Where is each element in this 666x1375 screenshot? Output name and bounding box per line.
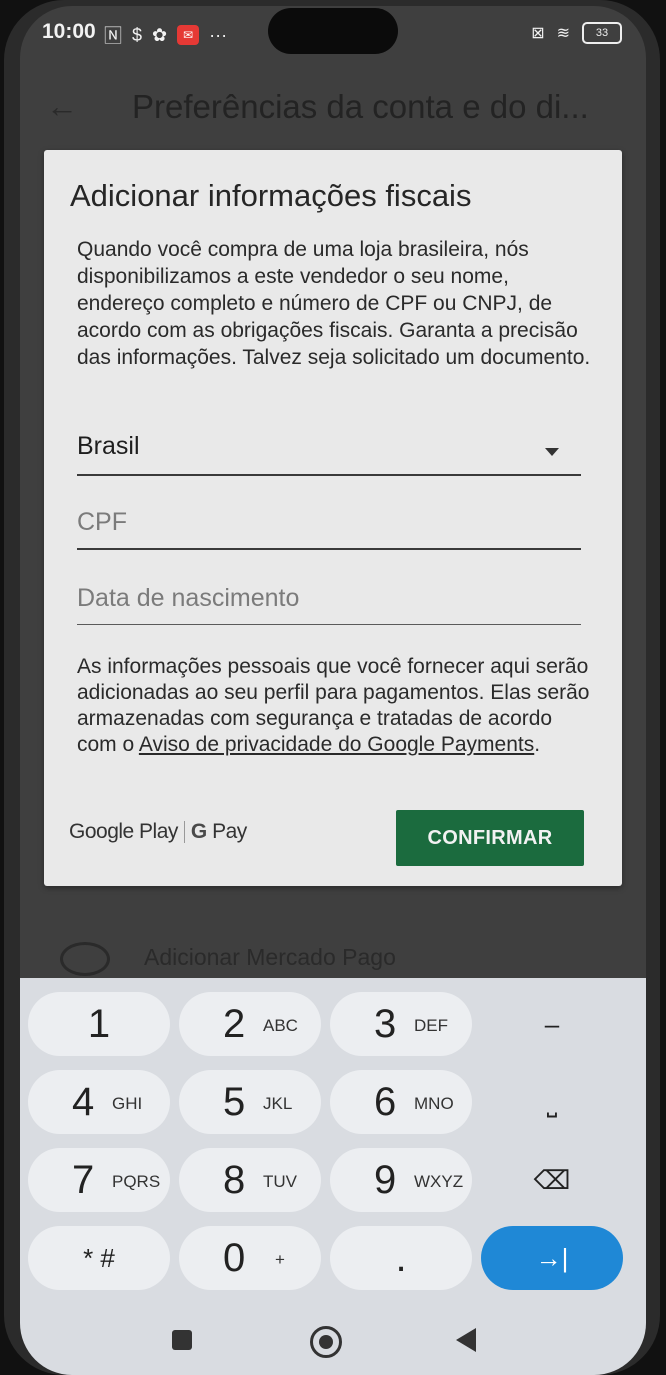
key-label: 5 bbox=[223, 1080, 246, 1124]
key-letters: ABC bbox=[263, 1016, 298, 1035]
key-4[interactable]: 4 GHI bbox=[28, 1070, 170, 1134]
key-1[interactable]: 1 bbox=[28, 992, 170, 1056]
recents-icon[interactable] bbox=[172, 1330, 192, 1350]
key-letters: TUV bbox=[263, 1172, 297, 1191]
key-letters: JKL bbox=[263, 1094, 293, 1113]
gear-icon: ✿ bbox=[152, 24, 168, 45]
birthdate-input[interactable] bbox=[77, 580, 581, 616]
status-time: 10:00 bbox=[42, 20, 96, 43]
battery-icon: 33 bbox=[582, 22, 622, 44]
key-label: ⌫ bbox=[533, 1165, 571, 1195]
birthdate-field[interactable] bbox=[77, 574, 581, 625]
key-label: 2 bbox=[223, 1002, 246, 1046]
sync-icon: $ bbox=[132, 24, 143, 45]
privacy-note: As informações pessoais que você fornece… bbox=[77, 654, 597, 758]
country-value: Brasil bbox=[77, 432, 140, 460]
key-letters: + bbox=[275, 1250, 285, 1269]
more-icon: ··· bbox=[209, 24, 228, 45]
cpf-field[interactable] bbox=[77, 498, 581, 550]
back-arrow-icon[interactable]: ← bbox=[46, 88, 78, 125]
page-title: Preferências da conta e do di... bbox=[132, 88, 589, 125]
brand-logos: Google Play G Pay bbox=[69, 820, 247, 844]
key-period[interactable]: . bbox=[330, 1226, 472, 1290]
key-label: 3 bbox=[374, 1002, 397, 1046]
camera-cutout bbox=[268, 8, 398, 54]
key-7[interactable]: 7 PQRS bbox=[28, 1148, 170, 1212]
key-label: 6 bbox=[374, 1080, 397, 1124]
key-label: . bbox=[395, 1236, 407, 1280]
gpay-g-icon: G bbox=[190, 820, 207, 843]
dialog-title: Adicionar informações fiscais bbox=[70, 178, 472, 213]
status-right: ⊠ ≋ 33 bbox=[531, 22, 622, 44]
notification-icon: ✉ bbox=[177, 25, 200, 45]
list-item-label: Adicionar Mercado Pago bbox=[144, 944, 396, 971]
privacy-notice-link[interactable]: Aviso de privacidade do Google Payments bbox=[139, 733, 534, 756]
key-3[interactable]: 3 DEF bbox=[330, 992, 472, 1056]
dropdown-arrow-icon bbox=[545, 448, 559, 456]
key-label: 7 bbox=[72, 1158, 95, 1202]
key-letters: MNO bbox=[414, 1094, 454, 1113]
app-bar: ← Preferências da conta e do di... bbox=[20, 66, 646, 146]
key-label: * # bbox=[83, 1243, 115, 1273]
list-item-mercado-pago[interactable]: Adicionar Mercado Pago bbox=[60, 942, 396, 976]
google-play-logo: Google Play bbox=[69, 820, 178, 843]
key-8[interactable]: 8 TUV bbox=[179, 1148, 321, 1212]
confirm-button[interactable]: CONFIRMAR bbox=[396, 810, 584, 866]
status-bar: 10:00 🄽 $ ✿ ✉ ··· ⊠ ≋ 33 bbox=[20, 6, 646, 62]
screen: 10:00 🄽 $ ✿ ✉ ··· ⊠ ≋ 33 ← Preferências … bbox=[20, 6, 646, 1375]
gpay-logo: Pay bbox=[212, 820, 247, 843]
dialog-description: Quando você compra de uma loja brasileir… bbox=[77, 238, 591, 369]
wifi-icon: ≋ bbox=[556, 25, 570, 42]
privacy-note-end: . bbox=[534, 733, 541, 756]
key-label: ⎵ bbox=[546, 1087, 558, 1117]
key-9[interactable]: 9 WXYZ bbox=[330, 1148, 472, 1212]
brand-divider bbox=[183, 821, 185, 844]
key-symbols[interactable]: * # bbox=[28, 1226, 170, 1290]
home-icon[interactable] bbox=[310, 1326, 342, 1358]
key-label: 1 bbox=[87, 1002, 111, 1046]
key-letters: GHI bbox=[112, 1094, 143, 1113]
key-label: – bbox=[544, 1009, 560, 1039]
key-5[interactable]: 5 JKL bbox=[179, 1070, 321, 1134]
mercado-pago-icon bbox=[60, 942, 110, 976]
key-backspace[interactable]: ⌫ bbox=[481, 1148, 623, 1212]
cpf-input[interactable] bbox=[77, 504, 581, 540]
key-dash[interactable]: – bbox=[481, 992, 623, 1056]
key-letters: PQRS bbox=[112, 1172, 161, 1191]
key-label: 9 bbox=[374, 1158, 397, 1202]
nfc-icon: 🄽 bbox=[104, 26, 122, 46]
key-space[interactable]: ⎵ bbox=[481, 1070, 623, 1134]
key-letters: DEF bbox=[414, 1016, 448, 1035]
key-6[interactable]: 6 MNO bbox=[330, 1070, 472, 1134]
system-nav-bar bbox=[20, 1316, 646, 1375]
key-label: 0 bbox=[223, 1236, 246, 1280]
tax-info-dialog: Adicionar informações fiscais Quando voc… bbox=[44, 150, 622, 886]
phone-frame: 10:00 🄽 $ ✿ ✉ ··· ⊠ ≋ 33 ← Preferências … bbox=[0, 0, 666, 1375]
key-0[interactable]: 0 + bbox=[179, 1226, 321, 1290]
back-icon[interactable] bbox=[456, 1328, 476, 1352]
key-letters: WXYZ bbox=[414, 1172, 464, 1191]
key-label: 4 bbox=[72, 1080, 95, 1124]
key-label: →| bbox=[535, 1243, 569, 1273]
key-label: 8 bbox=[223, 1158, 246, 1202]
country-select[interactable]: Brasil bbox=[77, 422, 581, 476]
key-2[interactable]: 2 ABC bbox=[179, 992, 321, 1056]
status-icons: 🄽 $ ✿ ✉ ··· bbox=[104, 22, 227, 48]
mute-icon: ⊠ bbox=[531, 25, 545, 42]
key-next[interactable]: →| bbox=[481, 1226, 623, 1290]
